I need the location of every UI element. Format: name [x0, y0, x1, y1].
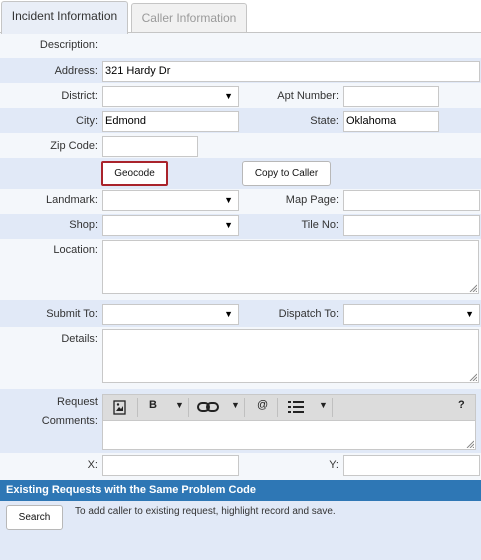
- copy-to-caller-button[interactable]: Copy to Caller: [242, 161, 331, 186]
- dropdown-caret-icon: ▼: [224, 91, 233, 101]
- y-label: Y:: [329, 459, 339, 471]
- dropdown-caret-icon: ▼: [224, 309, 233, 319]
- details-label: Details:: [61, 333, 98, 345]
- details-textarea[interactable]: [102, 329, 479, 383]
- address-input[interactable]: 321 Hardy Dr: [102, 61, 480, 82]
- toolbar-separator: [137, 398, 138, 417]
- y-input[interactable]: [343, 455, 480, 476]
- help-button[interactable]: ?: [458, 399, 465, 411]
- image-icon[interactable]: [113, 400, 127, 415]
- zip-row: Zip Code:: [0, 133, 481, 158]
- city-row: City: Edmond State: Oklahoma: [0, 108, 481, 133]
- comments-editor-toolbar: B ▼ ▼ @ ▼ ?: [102, 394, 476, 421]
- zip-code-label: Zip Code:: [50, 140, 98, 152]
- address-label: Address:: [54, 65, 98, 77]
- bulleted-list-icon[interactable]: [288, 400, 304, 414]
- landmark-select[interactable]: ▼: [102, 190, 239, 211]
- request-label: Request: [57, 396, 98, 408]
- list-dropdown-caret-icon[interactable]: ▼: [319, 400, 328, 410]
- details-row: Details:: [0, 327, 481, 389]
- zip-code-input[interactable]: [102, 136, 198, 157]
- geocode-row: Geocode Copy to Caller: [0, 158, 481, 189]
- submit-to-row: Submit To: ▼ Dispatch To: ▼: [0, 300, 481, 327]
- bold-dropdown-caret-icon[interactable]: ▼: [175, 400, 184, 410]
- apt-number-label: Apt Number:: [277, 90, 339, 102]
- district-select[interactable]: ▼: [102, 86, 239, 107]
- x-input[interactable]: [102, 455, 239, 476]
- coordinates-row: X: Y:: [0, 453, 481, 480]
- landmark-row: Landmark: ▼ Map Page:: [0, 189, 481, 214]
- resize-grip-icon[interactable]: [466, 440, 474, 448]
- district-label: District:: [61, 90, 98, 102]
- request-comments-textarea[interactable]: [102, 420, 476, 450]
- shop-row: Shop: ▼ Tile No:: [0, 214, 481, 239]
- map-page-input[interactable]: [343, 190, 480, 211]
- link-icon[interactable]: [197, 401, 219, 413]
- city-input[interactable]: Edmond: [102, 111, 239, 132]
- resize-grip-icon[interactable]: [469, 284, 477, 292]
- dropdown-caret-icon: ▼: [224, 220, 233, 230]
- apt-number-input[interactable]: [343, 86, 439, 107]
- district-row: District: ▼ Apt Number:: [0, 83, 481, 108]
- description-label: Description:: [39, 39, 98, 51]
- tile-no-input[interactable]: [343, 215, 480, 236]
- existing-requests-header: Existing Requests with the Same Problem …: [0, 480, 481, 501]
- address-row: Address: 321 Hardy Dr: [0, 58, 481, 83]
- submit-to-select[interactable]: ▼: [102, 304, 239, 325]
- description-row: Description:: [0, 33, 481, 58]
- toolbar-separator: [277, 398, 278, 417]
- tab-caller-information[interactable]: Caller Information: [131, 3, 247, 33]
- search-button[interactable]: Search: [6, 505, 63, 530]
- location-row: Location:: [0, 239, 481, 300]
- bold-button[interactable]: B: [149, 399, 157, 411]
- state-input[interactable]: Oklahoma: [343, 111, 439, 132]
- toolbar-separator: [188, 398, 189, 417]
- mention-button[interactable]: @: [257, 399, 268, 411]
- tab-incident-information[interactable]: Incident Information: [1, 1, 128, 34]
- location-label: Location:: [53, 244, 98, 256]
- submit-to-label: Submit To:: [46, 308, 98, 320]
- x-label: X:: [87, 459, 98, 471]
- existing-requests-hint: To add caller to existing request, highl…: [75, 506, 336, 517]
- dropdown-caret-icon: ▼: [465, 309, 474, 319]
- toolbar-separator: [244, 398, 245, 417]
- tab-bar: Incident Information Caller Information: [0, 0, 481, 34]
- city-label: City:: [76, 115, 98, 127]
- shop-select[interactable]: ▼: [102, 215, 239, 236]
- existing-requests-panel: Search To add caller to existing request…: [0, 501, 481, 560]
- dispatch-to-label: Dispatch To:: [278, 308, 339, 320]
- link-dropdown-caret-icon[interactable]: ▼: [231, 400, 240, 410]
- resize-grip-icon[interactable]: [469, 373, 477, 381]
- comments-label: Comments:: [41, 415, 98, 427]
- map-page-label: Map Page:: [285, 194, 339, 206]
- toolbar-separator: [332, 398, 333, 417]
- geocode-button[interactable]: Geocode: [101, 161, 168, 186]
- dispatch-to-select[interactable]: ▼: [343, 304, 480, 325]
- dropdown-caret-icon: ▼: [224, 195, 233, 205]
- location-textarea[interactable]: [102, 240, 479, 294]
- tile-no-label: Tile No:: [301, 219, 340, 231]
- shop-label: Shop:: [69, 219, 98, 231]
- landmark-label: Landmark:: [46, 194, 98, 206]
- state-label: State:: [310, 115, 339, 127]
